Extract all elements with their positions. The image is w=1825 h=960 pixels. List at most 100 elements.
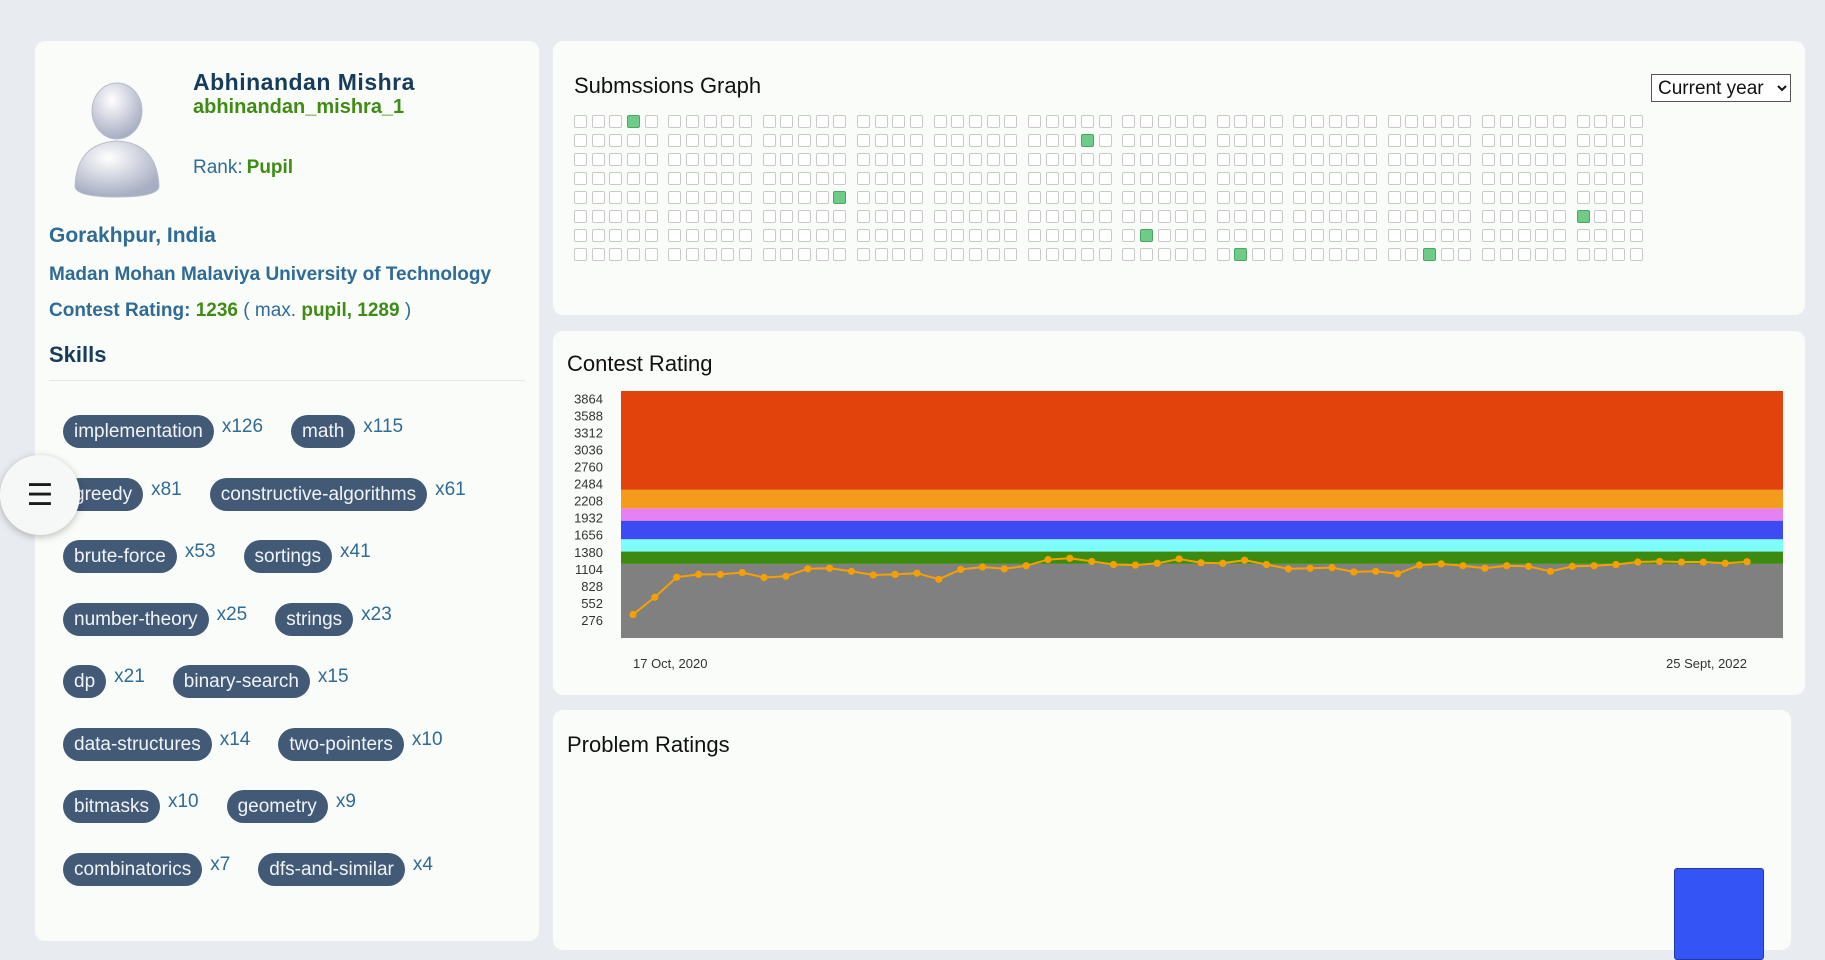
heatmap-cell[interactable] <box>874 248 888 261</box>
heatmap-cell[interactable] <box>1311 153 1325 166</box>
skill-chip[interactable]: two-pointers <box>278 728 404 761</box>
heatmap-cell[interactable] <box>1063 134 1077 147</box>
heatmap-cell[interactable] <box>933 172 947 185</box>
heatmap-cell[interactable] <box>951 172 965 185</box>
heatmap-cell[interactable] <box>1234 248 1248 261</box>
rating-point[interactable] <box>738 568 746 577</box>
heatmap-cell[interactable] <box>1611 229 1625 242</box>
heatmap-cell[interactable] <box>798 172 812 185</box>
heatmap-cell[interactable] <box>969 134 983 147</box>
heatmap-cell[interactable] <box>1081 229 1095 242</box>
heatmap-cell[interactable] <box>668 248 682 261</box>
heatmap-cell[interactable] <box>780 153 794 166</box>
heatmap-cell[interactable] <box>815 172 829 185</box>
heatmap-cell[interactable] <box>1458 248 1472 261</box>
heatmap-cell[interactable] <box>574 134 587 147</box>
rating-point[interactable] <box>1284 565 1292 573</box>
heatmap-cell[interactable] <box>1157 172 1171 185</box>
heatmap-cell[interactable] <box>668 134 682 147</box>
heatmap-cell[interactable] <box>1328 172 1342 185</box>
heatmap-cell[interactable] <box>1216 153 1230 166</box>
heatmap-cell[interactable] <box>1440 191 1454 204</box>
heatmap-cell[interactable] <box>892 210 906 223</box>
heatmap-cell[interactable] <box>874 229 888 242</box>
heatmap-cell[interactable] <box>1499 248 1513 261</box>
heatmap-cell[interactable] <box>933 153 947 166</box>
heatmap-cell[interactable] <box>1216 172 1230 185</box>
rating-point[interactable] <box>1000 565 1008 573</box>
rating-point[interactable] <box>1109 560 1118 569</box>
heatmap-cell[interactable] <box>1629 115 1643 128</box>
heatmap-cell[interactable] <box>739 134 753 147</box>
heatmap-cell[interactable] <box>1122 191 1136 204</box>
heatmap-cell[interactable] <box>1175 248 1189 261</box>
heatmap-cell[interactable] <box>762 134 776 147</box>
problem-rating-bar[interactable] <box>1674 868 1764 960</box>
heatmap-cell[interactable] <box>739 172 753 185</box>
rating-point[interactable] <box>673 573 681 581</box>
heatmap-cell[interactable] <box>591 153 605 166</box>
heatmap-cell[interactable] <box>798 115 812 128</box>
heatmap-cell[interactable] <box>644 248 658 261</box>
heatmap-cell[interactable] <box>668 191 682 204</box>
heatmap-cell[interactable] <box>762 172 776 185</box>
rating-point[interactable] <box>804 565 812 573</box>
heatmap-cell[interactable] <box>1440 229 1454 242</box>
rating-point[interactable] <box>1656 557 1664 566</box>
heatmap-cell[interactable] <box>1269 172 1283 185</box>
heatmap-cell[interactable] <box>951 229 965 242</box>
heatmap-cell[interactable] <box>798 210 812 223</box>
heatmap-cell[interactable] <box>1234 134 1248 147</box>
heatmap-cell[interactable] <box>1269 153 1283 166</box>
heatmap-cell[interactable] <box>668 229 682 242</box>
heatmap-cell[interactable] <box>1387 210 1401 223</box>
heatmap-cell[interactable] <box>686 115 700 128</box>
rating-point[interactable] <box>1022 562 1030 570</box>
heatmap-cell[interactable] <box>1045 248 1059 261</box>
heatmap-cell[interactable] <box>1311 248 1325 261</box>
heatmap-cell[interactable] <box>815 248 829 261</box>
heatmap-cell[interactable] <box>721 153 735 166</box>
heatmap-cell[interactable] <box>1193 115 1207 128</box>
heatmap-cell[interactable] <box>1629 210 1643 223</box>
heatmap-cell[interactable] <box>703 172 717 185</box>
rating-point[interactable] <box>1372 567 1380 575</box>
period-select[interactable]: Current year <box>1651 74 1791 102</box>
heatmap-cell[interactable] <box>910 229 924 242</box>
heatmap-cell[interactable] <box>780 115 794 128</box>
heatmap-cell[interactable] <box>627 229 640 242</box>
skill-chip[interactable]: constructive-algorithms <box>209 478 428 511</box>
heatmap-cell[interactable] <box>627 191 640 204</box>
skill-chip[interactable]: math <box>291 415 356 448</box>
heatmap-cell[interactable] <box>1028 210 1042 223</box>
rating-point[interactable] <box>1044 555 1052 564</box>
skill-chip[interactable]: bitmasks <box>63 790 160 823</box>
heatmap-cell[interactable] <box>1311 134 1325 147</box>
heatmap-cell[interactable] <box>1423 191 1437 204</box>
heatmap-cell[interactable] <box>1458 172 1472 185</box>
heatmap-cell[interactable] <box>1576 172 1590 185</box>
heatmap-cell[interactable] <box>1499 153 1513 166</box>
heatmap-cell[interactable] <box>1423 229 1437 242</box>
heatmap-cell[interactable] <box>1440 248 1454 261</box>
heatmap-cell[interactable] <box>798 191 812 204</box>
heatmap-cell[interactable] <box>910 153 924 166</box>
heatmap-cell[interactable] <box>1364 229 1378 242</box>
heatmap-cell[interactable] <box>1552 191 1566 204</box>
heatmap-cell[interactable] <box>1234 115 1248 128</box>
heatmap-cell[interactable] <box>1098 191 1112 204</box>
heatmap-cell[interactable] <box>933 134 947 147</box>
heatmap-cell[interactable] <box>780 134 794 147</box>
heatmap-cell[interactable] <box>857 191 871 204</box>
heatmap-cell[interactable] <box>1387 229 1401 242</box>
heatmap-cell[interactable] <box>1193 248 1207 261</box>
heatmap-cell[interactable] <box>1517 191 1531 204</box>
heatmap-cell[interactable] <box>986 248 1000 261</box>
heatmap-cell[interactable] <box>1405 153 1419 166</box>
heatmap-cell[interactable] <box>609 191 623 204</box>
heatmap-cell[interactable] <box>1140 210 1154 223</box>
heatmap-cell[interactable] <box>986 191 1000 204</box>
heatmap-cell[interactable] <box>1081 153 1095 166</box>
heatmap-cell[interactable] <box>1175 191 1189 204</box>
heatmap-cell[interactable] <box>1311 115 1325 128</box>
